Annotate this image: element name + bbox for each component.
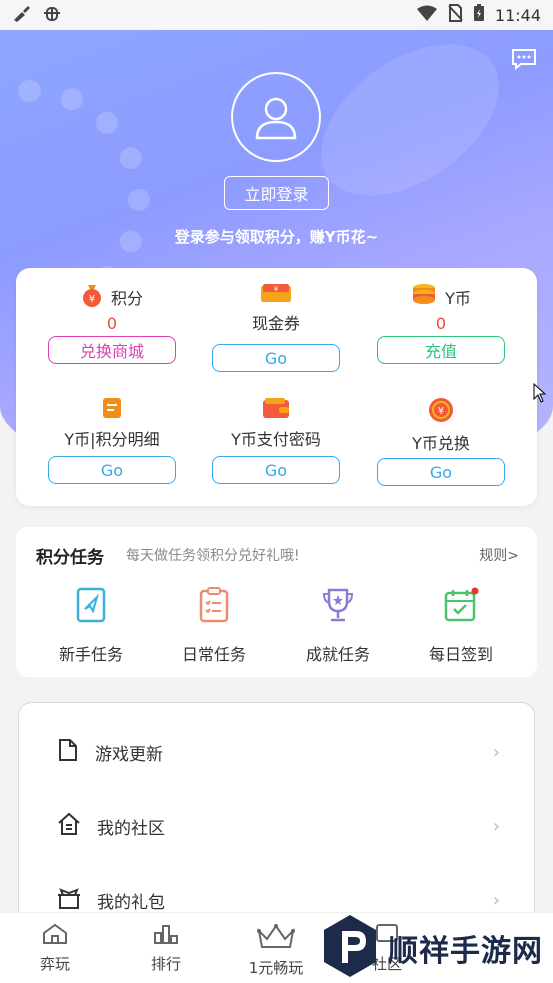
gift-icon (57, 886, 81, 914)
ycoin-label: Y币 (445, 289, 471, 308)
task-daily[interactable]: 日常任务 (154, 587, 274, 665)
task-label: 新手任务 (58, 645, 123, 664)
task-newbie[interactable]: 新手任务 (31, 587, 151, 665)
points-label: 积分 (110, 289, 143, 308)
detail-label: Y币|积分明细 (64, 430, 160, 449)
broom-icon (12, 4, 32, 26)
coupon-section: ¥ 现金券 Go (196, 282, 356, 372)
watermark-text: 顺祥手游网 (388, 933, 543, 969)
menu-label: 游戏更新 (95, 744, 163, 765)
tab-label: 排行 (150, 955, 181, 973)
detail-list-icon (101, 396, 123, 424)
ycoin-value: 0 (435, 314, 447, 333)
task-achievement[interactable]: 成就任务 (278, 587, 398, 665)
clock-time: 11:44 (494, 5, 541, 25)
user-icon (255, 97, 297, 140)
daily-task-icon (198, 587, 230, 627)
home-tab-icon (42, 923, 68, 949)
exchange-coin-icon: ¥ (427, 396, 455, 428)
tasks-title: 积分任务 (36, 548, 104, 568)
coupon-label: 现金券 (251, 314, 300, 333)
chevron-right-icon: › (492, 889, 500, 911)
pay-password-section: Y币支付密码 Go (196, 396, 356, 484)
coupon-icon: ¥ (259, 282, 293, 308)
pay-password-label: Y币支付密码 (231, 430, 321, 449)
wallet-icon (261, 396, 291, 424)
login-tip: 登录参与领取积分，赚Y币花~ (174, 228, 379, 246)
svg-text:¥: ¥ (89, 294, 95, 305)
exchange-mall-button[interactable]: 兑换商城 (48, 336, 176, 364)
menu-label: 我的礼包 (97, 892, 165, 913)
home-icon (57, 812, 81, 840)
battery-icon (473, 4, 485, 26)
calendar-checkin-icon (443, 587, 479, 627)
tab-ranking[interactable]: 排行 (111, 913, 221, 983)
coupon-go-button[interactable]: Go (212, 344, 340, 372)
login-button[interactable]: 立即登录 (224, 176, 329, 210)
tab-label: 1元畅玩 (248, 959, 304, 977)
svg-text:¥: ¥ (438, 406, 444, 417)
task-checkin[interactable]: 每日签到 (401, 587, 521, 665)
mouse-cursor-icon (533, 382, 547, 407)
crown-icon (256, 923, 296, 955)
avatar[interactable] (231, 72, 321, 162)
rules-link[interactable]: 规则> (479, 545, 519, 565)
ycoin-exchange-go-button[interactable]: Go (377, 458, 505, 486)
money-bag-icon: ¥ (81, 283, 103, 311)
message-icon[interactable] (511, 48, 537, 71)
recharge-button[interactable]: 充值 (377, 336, 505, 364)
no-sim-icon (447, 4, 463, 26)
watermark-logo-icon (320, 913, 380, 983)
pay-password-go-button[interactable]: Go (212, 456, 340, 484)
bug-icon (42, 4, 62, 26)
wifi-icon (416, 5, 437, 25)
points-section: ¥ 积分 0 兑换商城 (32, 282, 192, 364)
tasks-subtitle: 每天做任务领积分兑好礼哦! (126, 548, 300, 564)
menu-item-my-community[interactable]: 我的社区 › (19, 789, 536, 863)
ycoin-exchange-label: Y币兑换 (412, 434, 470, 453)
site-watermark: 顺祥手游网 (320, 912, 553, 983)
menu-label: 我的社区 (97, 818, 165, 839)
document-icon (57, 738, 79, 766)
newbie-task-icon (75, 587, 107, 627)
svg-text:¥: ¥ (274, 285, 279, 293)
status-bar: 11:44 (0, 0, 553, 30)
chevron-right-icon: › (492, 741, 500, 763)
tab-home[interactable]: 弈玩 (0, 913, 110, 983)
task-label: 日常任务 (181, 645, 246, 664)
wallet-card: ¥ 积分 0 兑换商城 ¥ 现金券 Go Y币 0 充值 Y币|积分明细 Go … (16, 268, 537, 506)
menu-item-game-update[interactable]: 游戏更新 › (19, 715, 536, 789)
detail-go-button[interactable]: Go (48, 456, 176, 484)
tab-label: 弈玩 (39, 955, 70, 973)
coin-stack-icon (411, 282, 437, 312)
detail-section: Y币|积分明细 Go (32, 396, 192, 484)
points-tasks-card: 积分任务 每天做任务领积分兑好礼哦! 规则> 新手任务 日常任务 成就任务 每日… (16, 527, 537, 677)
chevron-right-icon: › (492, 815, 500, 837)
points-value: 0 (106, 314, 118, 333)
achievement-trophy-icon (321, 587, 355, 627)
task-label: 成就任务 (305, 645, 370, 664)
ycoin-section: Y币 0 充值 (361, 282, 521, 364)
task-label: 每日签到 (428, 645, 493, 664)
ycoin-exchange-section: ¥ Y币兑换 Go (361, 396, 521, 486)
tab-one-yuan-play[interactable]: 1元畅玩 (221, 913, 331, 983)
ranking-icon (153, 923, 179, 949)
